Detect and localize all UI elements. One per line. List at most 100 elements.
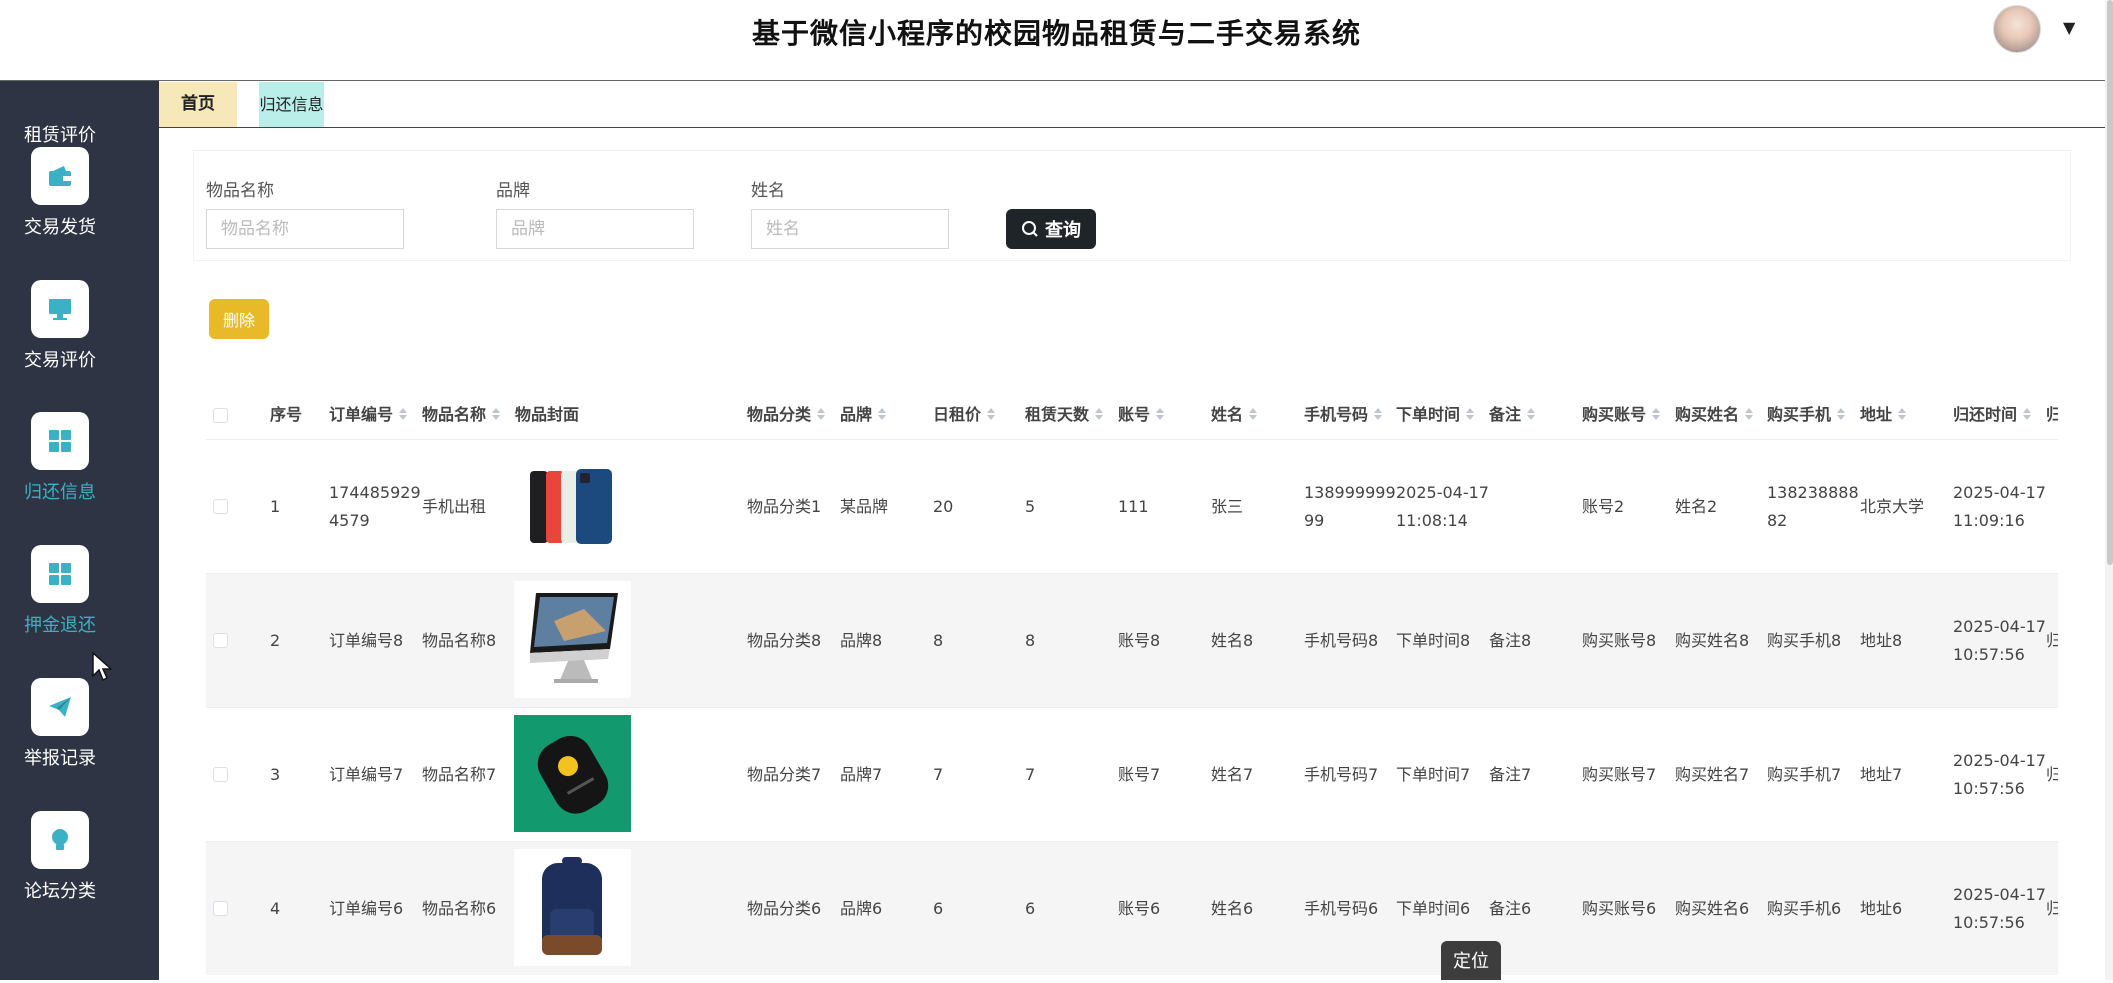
column-header[interactable]: 订单编号 xyxy=(329,381,408,439)
sidebar-item-label: 论坛分类 xyxy=(24,881,96,902)
sort-icon xyxy=(987,406,996,422)
grid-icon xyxy=(31,412,89,470)
grid-icon xyxy=(31,545,89,603)
tab-return-info[interactable]: 归还信息 xyxy=(259,82,324,127)
column-header[interactable]: 账号 xyxy=(1118,381,1165,439)
cell-buyer-account: 购买账号7 xyxy=(1582,765,1657,784)
row-checkbox[interactable] xyxy=(213,499,228,514)
item-cover-image xyxy=(514,715,631,832)
sidebar-item-label: 押金退还 xyxy=(24,615,96,636)
sidebar-item-trade-shipping[interactable]: 交易发货 xyxy=(0,147,159,267)
column-header[interactable]: 物品名称 xyxy=(422,381,501,439)
locate-button[interactable]: 定位 xyxy=(1441,941,1501,980)
cell-name: 姓名6 xyxy=(1211,899,1254,918)
sidebar-item-label: 归还信息 xyxy=(24,482,96,503)
row-checkbox[interactable] xyxy=(213,633,228,648)
column-header[interactable]: 购买账号 xyxy=(1582,381,1661,439)
table-header: 序号 订单编号 物品名称 物品封面 物品分类 品牌 日租价 租赁天数 账号 姓名… xyxy=(206,381,2058,439)
query-button-label: 查询 xyxy=(1045,220,1081,241)
cell-buyer-name: 购买姓名6 xyxy=(1675,899,1750,918)
cell-account: 账号7 xyxy=(1118,765,1161,784)
cell-address: 地址8 xyxy=(1860,631,1903,650)
monitor-icon xyxy=(31,280,89,338)
page-scrollbar-thumb[interactable] xyxy=(2107,0,2113,565)
brand-input[interactable] xyxy=(496,209,694,249)
sidebar-item-rental-review[interactable]: 租赁评价 xyxy=(0,81,159,153)
column-header: 物品封面 xyxy=(515,405,580,424)
cell-days: 6 xyxy=(1025,899,1036,918)
cell-order: 4579 xyxy=(329,511,370,530)
cell-no: 2 xyxy=(270,631,281,650)
sidebar-item-label: 租赁评价 xyxy=(24,125,96,146)
cell-buyer-phone: 购买手机7 xyxy=(1767,765,1842,784)
item-name-input[interactable] xyxy=(206,209,404,249)
sidebar-item-forum-category[interactable]: 论坛分类 xyxy=(0,811,159,931)
cell-buyer-account: 购买账号8 xyxy=(1582,631,1657,650)
cell-phone: 手机号码6 xyxy=(1304,899,1379,918)
sort-icon xyxy=(1527,406,1536,422)
column-header[interactable]: 地址 xyxy=(1860,381,1907,439)
cell-buyer-account: 账号2 xyxy=(1582,497,1625,516)
data-table: 序号 订单编号 物品名称 物品封面 物品分类 品牌 日租价 租赁天数 账号 姓名… xyxy=(206,381,2058,980)
sidebar-item-label: 举报记录 xyxy=(24,748,96,769)
column-header[interactable]: 品牌 xyxy=(840,381,887,439)
sidebar-item-trade-review[interactable]: 交易评价 xyxy=(0,280,159,400)
row-checkbox[interactable] xyxy=(213,767,228,782)
sidebar-item-label: 交易评价 xyxy=(24,350,96,371)
tab-bar: 首页 归还信息 xyxy=(159,82,2105,128)
sort-icon xyxy=(1745,406,1754,422)
cell-address: 地址6 xyxy=(1860,899,1903,918)
tab-home[interactable]: 首页 xyxy=(159,82,237,127)
sidebar-item-return-info[interactable]: 归还信息 xyxy=(0,412,159,532)
column-header[interactable]: 归还时间 xyxy=(1953,381,2032,439)
sort-icon xyxy=(1156,406,1165,422)
sidebar-item-deposit-refund[interactable]: 押金退还 xyxy=(0,545,159,665)
row-checkbox[interactable] xyxy=(213,901,228,916)
name-input[interactable] xyxy=(751,209,949,249)
cell-order-time: 2025-04-17 xyxy=(1396,483,1489,502)
cell-return-time: 10:57:56 xyxy=(1953,913,2025,932)
cell-return-time: 10:57:56 xyxy=(1953,645,2025,664)
avatar[interactable] xyxy=(1993,5,2041,53)
caret-down-icon[interactable]: ▼ xyxy=(2063,18,2075,37)
sidebar-item-report-records[interactable]: 举报记录 xyxy=(0,678,159,798)
query-button[interactable]: 查询 xyxy=(1006,209,1096,249)
sort-icon xyxy=(1466,406,1475,422)
cell-price: 6 xyxy=(933,899,944,918)
column-header[interactable]: 日租价 xyxy=(933,381,996,439)
table-row[interactable]: 1 174485929 4579 手机出租 物品分类1 某品牌 20 5 111… xyxy=(206,439,2058,573)
table-row[interactable]: 3 订单编号7 物品名称7 物品分类7 品牌7 7 7 账号7 姓名7 手机号码… xyxy=(206,707,2058,841)
cell-buyer-phone: 购买手机8 xyxy=(1767,631,1842,650)
table-row[interactable]: 2 订单编号8 物品名称8 物品分类8 品牌8 8 8 账号8 姓名8 手机号码… xyxy=(206,573,2058,707)
cell-days: 5 xyxy=(1025,497,1036,516)
delete-button[interactable]: 删除 xyxy=(209,299,269,339)
column-header: 归 xyxy=(2046,405,2058,424)
cell-return-time: 11:09:16 xyxy=(1953,511,2025,530)
column-header[interactable]: 物品分类 xyxy=(747,381,826,439)
column-header[interactable]: 购买手机 xyxy=(1767,381,1846,439)
cell-address: 北京大学 xyxy=(1860,497,1925,516)
sort-icon xyxy=(492,406,501,422)
cell-no: 3 xyxy=(270,765,281,784)
select-all-checkbox[interactable] xyxy=(213,408,228,423)
cell-extra: 归 xyxy=(2046,899,2058,918)
cell-remark: 备注6 xyxy=(1489,899,1532,918)
cell-brand: 品牌7 xyxy=(840,765,883,784)
column-header[interactable]: 下单时间 xyxy=(1396,381,1475,439)
table-row[interactable]: 4 订单编号6 物品名称6 物品分类6 品牌6 6 6 账号6 姓名6 手机号码… xyxy=(206,841,2058,975)
item-name-label: 物品名称 xyxy=(206,181,274,201)
cell-address: 地址7 xyxy=(1860,765,1903,784)
column-header[interactable]: 手机号码 xyxy=(1304,381,1383,439)
column-header[interactable]: 购买姓名 xyxy=(1675,381,1754,439)
wallet-icon xyxy=(31,147,89,205)
item-cover-image xyxy=(514,447,631,564)
column-header[interactable]: 备注 xyxy=(1489,381,1536,439)
cell-order-time: 11:08:14 xyxy=(1396,511,1468,530)
cell-name: 张三 xyxy=(1211,497,1244,516)
cell-category: 物品分类8 xyxy=(747,631,822,650)
column-header[interactable]: 姓名 xyxy=(1211,381,1258,439)
column-header[interactable]: 租赁天数 xyxy=(1025,381,1104,439)
cell-remark: 备注7 xyxy=(1489,765,1532,784)
sort-icon xyxy=(878,406,887,422)
cell-item-name: 手机出租 xyxy=(422,497,487,516)
